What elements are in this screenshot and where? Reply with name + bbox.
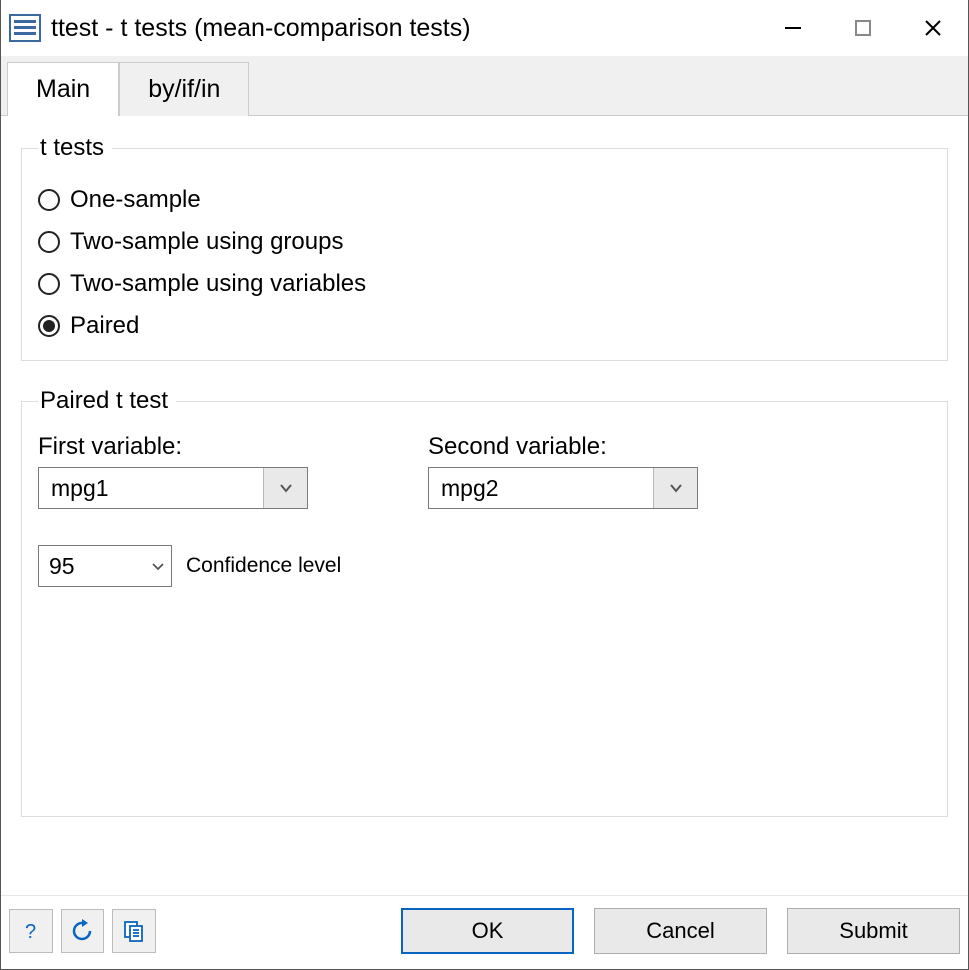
reset-button[interactable] (61, 909, 105, 953)
radio-two-sample-vars[interactable]: Two-sample using variables (38, 270, 931, 298)
window-title: ttest - t tests (mean-comparison tests) (51, 14, 758, 43)
submit-button[interactable]: Submit (787, 908, 960, 954)
radio-paired-label: Paired (70, 312, 139, 340)
close-button[interactable] (898, 0, 968, 56)
second-variable-label: Second variable: (428, 433, 728, 461)
minimize-button[interactable] (758, 0, 828, 56)
group-paired-legend: Paired t test (38, 387, 176, 415)
tab-main[interactable]: Main (7, 62, 119, 116)
radio-two-sample-groups-label: Two-sample using groups (70, 228, 343, 256)
ok-button[interactable]: OK (401, 908, 574, 954)
first-variable-label: First variable: (38, 433, 338, 461)
radio-one-sample[interactable]: One-sample (38, 186, 931, 214)
chevron-down-icon[interactable] (145, 546, 171, 586)
radio-icon (38, 231, 60, 253)
radio-icon (38, 189, 60, 211)
radio-two-sample-vars-label: Two-sample using variables (70, 270, 366, 298)
confidence-level-combo[interactable]: 95 (38, 545, 172, 587)
button-bar: ? OK Cancel Submit (1, 896, 968, 966)
maximize-button[interactable] (828, 0, 898, 56)
svg-text:?: ? (25, 921, 36, 943)
second-variable-combo[interactable]: mpg2 (428, 467, 698, 509)
confidence-level-label: Confidence level (186, 554, 341, 578)
radio-paired[interactable]: Paired (38, 312, 931, 340)
group-ttests: t tests One-sample Two-sample using grou… (21, 134, 948, 361)
help-button[interactable]: ? (9, 909, 53, 953)
confidence-level-value: 95 (39, 546, 145, 586)
app-icon (9, 14, 41, 42)
tabs: Main by/if/in (1, 56, 968, 116)
first-variable-value: mpg1 (39, 468, 263, 508)
cancel-button[interactable]: Cancel (594, 908, 767, 954)
group-ttests-legend: t tests (38, 134, 112, 162)
radio-one-sample-label: One-sample (70, 186, 201, 214)
tab-byifin[interactable]: by/if/in (119, 62, 249, 116)
second-variable-value: mpg2 (429, 468, 653, 508)
first-variable-combo[interactable]: mpg1 (38, 467, 308, 509)
group-paired-ttest: Paired t test First variable: mpg1 Secon… (21, 387, 948, 817)
radio-two-sample-groups[interactable]: Two-sample using groups (38, 228, 931, 256)
tab-content-main: t tests One-sample Two-sample using grou… (1, 116, 968, 896)
chevron-down-icon[interactable] (263, 468, 307, 508)
dialog-titlebar: ttest - t tests (mean-comparison tests) (1, 0, 968, 56)
copy-button[interactable] (112, 909, 156, 953)
radio-icon-checked (38, 315, 60, 337)
radio-icon (38, 273, 60, 295)
chevron-down-icon[interactable] (653, 468, 697, 508)
